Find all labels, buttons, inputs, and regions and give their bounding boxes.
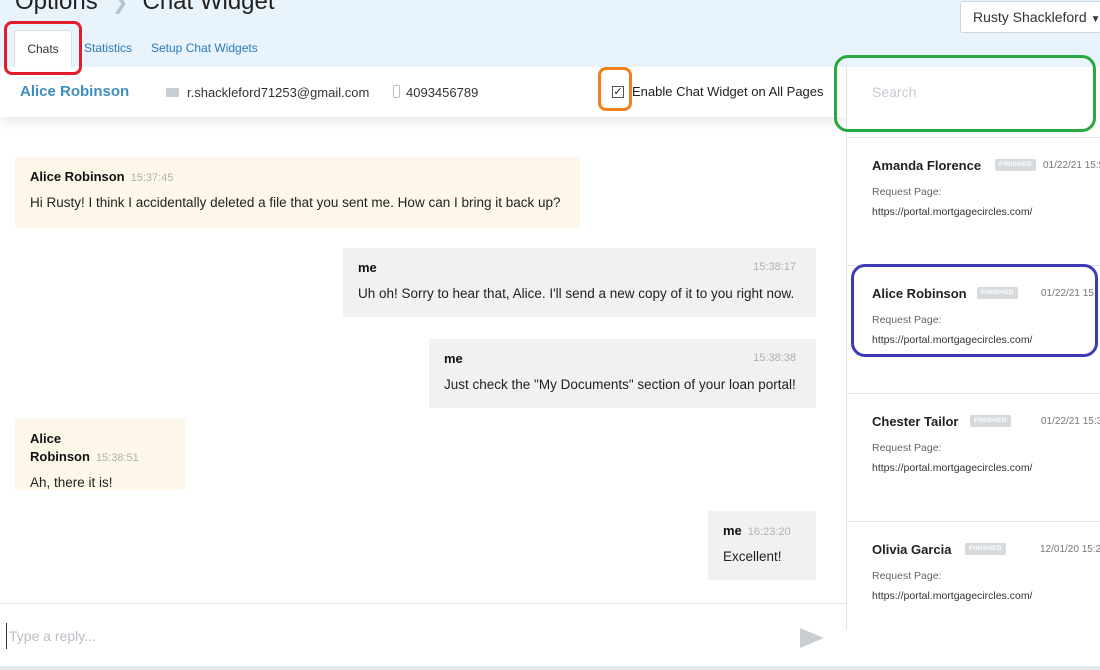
message-text: Hi Rusty! I think I accidentally deleted… [30,195,561,210]
message-sender: me [444,351,463,366]
chat-list-panel: Amanda Florence FINISHED 01/22/21 15:5 R… [846,67,1100,630]
chat-list-date: 01/22/21 15: [1041,288,1097,299]
request-page-label: Request Page: [872,570,942,582]
message-text: Uh oh! Sorry to hear that, Alice. I'll s… [358,286,795,301]
message-text: Ah, there it is! [30,475,113,490]
breadcrumb-separator-icon: ❯ [111,0,129,14]
contact-phone: 4093456789 [406,85,479,100]
chat-list-date: 01/22/21 15:5 [1043,160,1100,171]
chat-list-name: Alice Robinson [872,286,967,301]
chat-list-name: Amanda Florence [872,158,982,173]
reply-bar [0,603,846,668]
chat-list-date: 12/01/20 15:2 [1040,544,1100,555]
request-page-label: Request Page: [872,442,942,454]
chat-message: me 15:38:38 Just check the "My Documents"… [429,339,816,408]
message-sender: me [723,523,742,538]
message-text: Excellent! [723,549,782,564]
phone-icon [393,85,400,98]
request-page-url: https://portal.mortgagecircles.com/ [872,590,1033,602]
reply-input[interactable] [6,623,769,649]
request-page-label: Request Page: [872,186,942,198]
breadcrumb: Options ❯ Chat Widget [15,0,275,16]
request-page-url: https://portal.mortgagecircles.com/ [872,462,1033,474]
message-text: Just check the "My Documents" section of… [444,377,796,392]
message-time: 15:37:45 [130,172,174,184]
contact-bar: Alice Robinson r.shackleford71253@gmail.… [0,67,846,117]
top-header: Options ❯ Chat Widget Rusty Shackleford ▼ C… [0,0,1100,67]
message-sender: me [358,260,377,275]
contact-email: r.shackleford71253@gmail.com [187,85,370,100]
tab-statistics[interactable]: Statistics [84,30,132,67]
request-page-url: https://portal.mortgagecircles.com/ [872,206,1033,218]
search-input[interactable] [847,67,1100,117]
chat-message: Alice Robinson 15:37:45 Hi Rusty! I think… [15,157,580,228]
chat-list-date: 01/22/21 15:3 [1041,416,1100,427]
bottom-divider [0,666,1100,670]
chat-message: me 15:38:17 Uh oh! Sorry to hear that, Al… [343,248,816,317]
user-dropdown-value: Rusty Shackleford [973,9,1087,25]
breadcrumb-options[interactable]: Options [15,0,98,15]
user-dropdown[interactable]: Rusty Shackleford ▼ [960,1,1100,33]
chat-message: me 16:23:20 Excellent! [708,511,816,580]
status-badge: FINISHED [977,287,1018,299]
chat-message: Alice Robinson 15:38:51 Ah, there it is! [15,419,185,490]
message-time: 16:23:20 [747,526,791,538]
send-icon[interactable] [800,628,824,648]
status-badge: FINISHED [965,543,1006,555]
message-sender: Alice Robinson [30,169,125,184]
chat-list-item[interactable]: Chester Tailor FINISHED 01/22/21 15:3 Re… [847,393,1100,521]
status-badge: FINISHED [970,415,1011,427]
contact-name: Alice Robinson [20,83,130,100]
chevron-down-icon: ▼ [1090,14,1100,25]
request-page-url: https://portal.mortgagecircles.com/ [872,334,1033,346]
chat-list-item[interactable]: Amanda Florence FINISHED 01/22/21 15:5 R… [847,137,1100,265]
chat-list-item[interactable]: Alice Robinson FINISHED 01/22/21 15: Req… [847,265,1100,393]
chat-list-name: Chester Tailor [872,414,959,429]
request-page-label: Request Page: [872,314,942,326]
status-badge: FINISHED [995,159,1036,171]
message-time: 15:38:17 [753,261,796,273]
message-time: 15:38:51 [95,452,139,464]
chat-list-name: Olivia Garcia [872,542,952,557]
mail-icon [166,88,179,97]
tab-setup-chat-widgets[interactable]: Setup Chat Widgets [151,30,258,67]
tab-chats[interactable]: Chats [14,30,72,67]
breadcrumb-chat-widget: Chat Widget [142,0,275,15]
enable-widget-checkbox[interactable]: ✓ [612,86,624,98]
message-time: 15:38:38 [753,352,796,364]
enable-widget-label: Enable Chat Widget on All Pages [632,84,824,99]
chat-list-item[interactable]: Olivia Garcia FINISHED 12/01/20 15:2 Req… [847,521,1100,630]
message-sender: Alice Robinson [30,431,90,464]
